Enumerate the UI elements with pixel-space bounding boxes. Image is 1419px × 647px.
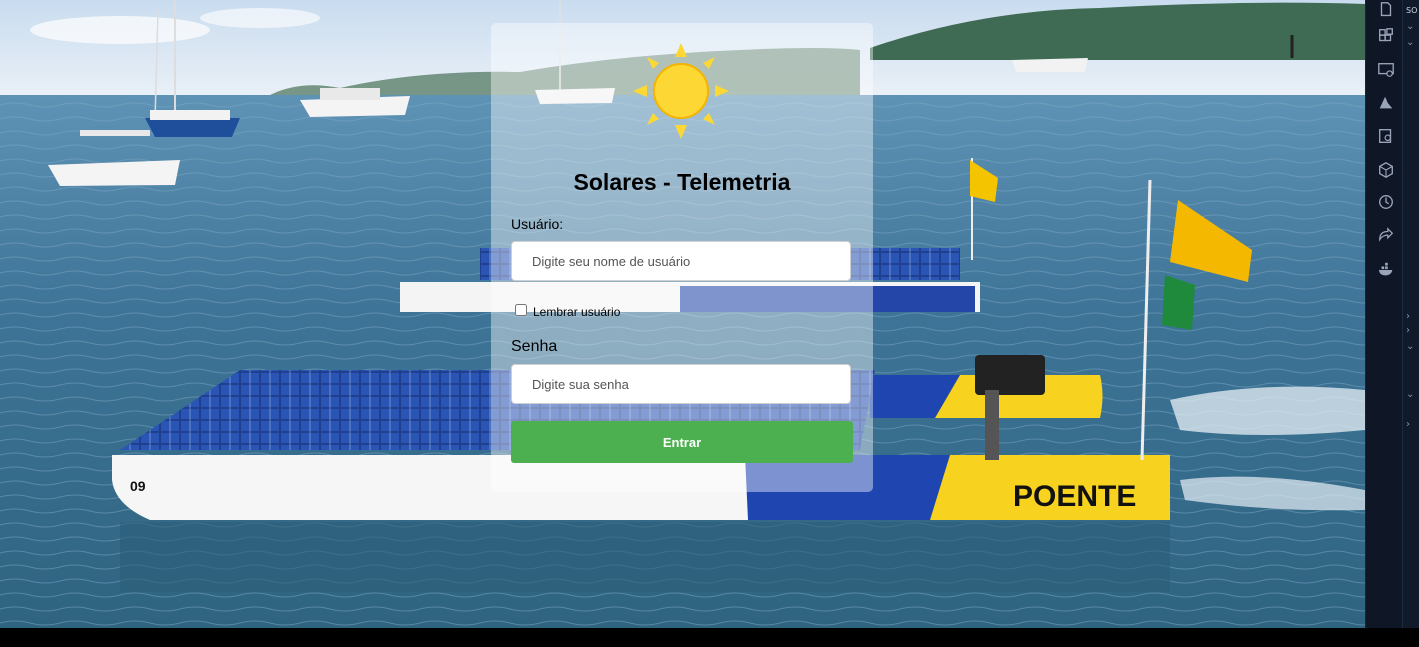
chevron-down-icon[interactable]: ⌄ [1406,38,1414,48]
submit-button[interactable]: Entrar [511,421,853,463]
side-panel-edge [1402,0,1419,647]
password-input[interactable] [511,364,851,404]
side-panel-header: SO [1406,6,1418,15]
files-icon[interactable] [1376,0,1396,20]
packages-icon[interactable] [1376,160,1396,180]
bottom-bar [0,628,1419,647]
chevron-down-icon[interactable]: ⌄ [1406,22,1414,32]
timeline-icon[interactable] [1376,192,1396,212]
username-label: Usuário: [511,216,564,232]
deploy-icon[interactable] [1376,226,1396,246]
chevron-right-icon[interactable]: › [1406,420,1410,430]
chevron-down-icon[interactable]: ⌄ [1406,342,1414,352]
settings-sync-icon[interactable] [1376,126,1396,146]
remote-explorer-icon[interactable] [1376,60,1396,80]
page-title: Solares - Telemetria [573,169,791,195]
chevron-right-icon[interactable]: › [1406,326,1410,336]
azure-icon[interactable] [1376,93,1396,113]
login-card: Solares - Telemetria Usuário: Lembrar us… [491,23,873,492]
remember-user-label: Lembrar usuário [533,305,621,319]
chevron-down-icon[interactable]: ⌄ [1406,390,1414,400]
chevron-right-icon[interactable]: › [1406,312,1410,322]
docker-icon[interactable] [1376,260,1396,280]
username-input[interactable] [511,241,851,281]
remember-user-checkbox[interactable] [515,304,527,316]
remember-user-toggle[interactable]: Lembrar usuário [515,303,621,319]
hull-name-text: POENTE [1013,480,1136,513]
password-label: Senha [511,338,558,355]
sun-logo-icon [633,43,729,139]
extensions-icon[interactable] [1376,26,1396,46]
boat-number-text: 09 [130,478,146,494]
activity-bar: SO ⌄ ⌄ › › ⌄ ⌄ › [1365,0,1419,647]
